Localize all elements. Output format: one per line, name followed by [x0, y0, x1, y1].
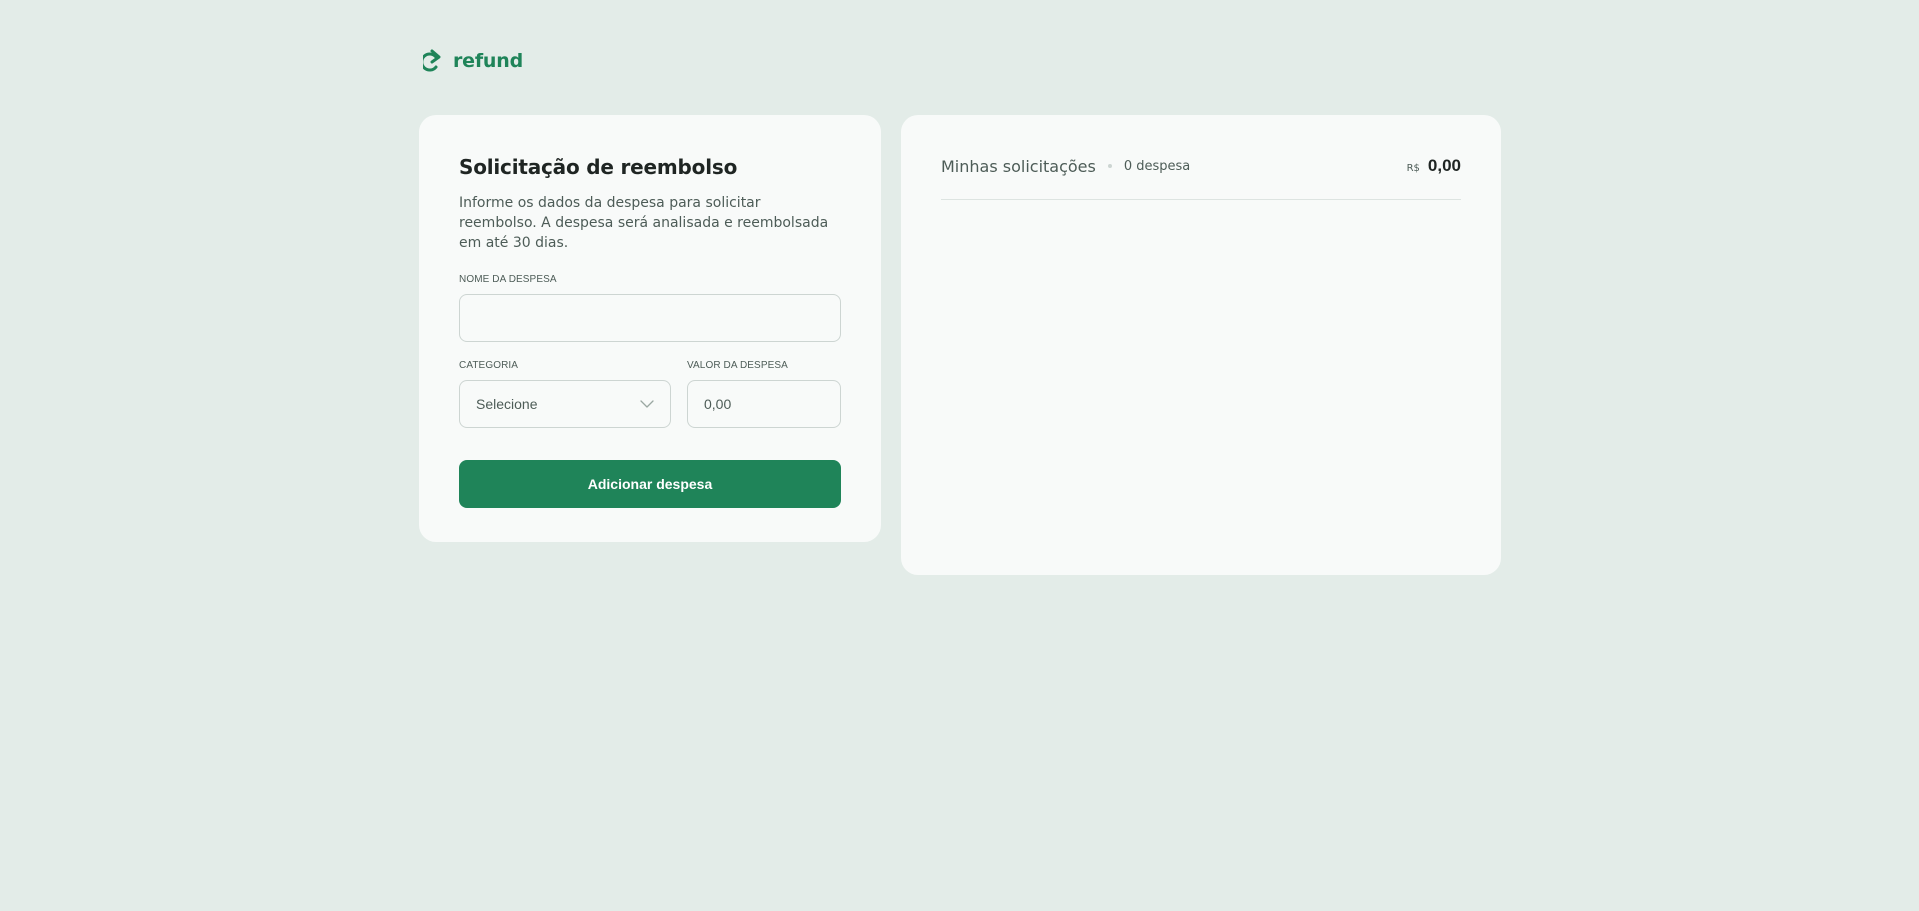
form-description: Informe os dados da despesa para solicit…	[459, 195, 829, 251]
amount-placeholder: 0,00	[704, 396, 732, 412]
amount-label: VALOR DA DESPESA	[687, 360, 788, 371]
total-amount: 0,00	[1427, 156, 1461, 175]
add-expense-button[interactable]: Adicionar despesa	[459, 460, 841, 508]
chevron-down-icon	[640, 400, 654, 408]
category-select[interactable]: Selecione	[459, 380, 671, 428]
amount-input[interactable]: 0,00	[687, 380, 841, 428]
category-label: CATEGORIA	[459, 360, 519, 371]
category-selected-value: Selecione	[476, 396, 538, 412]
requests-total: R$ 0,00	[1407, 155, 1461, 177]
expense-count: 0 despesa	[1123, 158, 1191, 174]
form-title: Solicitação de reembolso	[459, 155, 738, 179]
currency-symbol: R$	[1406, 163, 1420, 174]
expense-name-label: NOME DA DESPESA	[459, 274, 557, 285]
refresh-arrow-icon	[423, 49, 441, 72]
my-requests-card: Minhas solicitações 0 despesa R$ 0,00	[901, 115, 1501, 575]
requests-summary: Minhas solicitações 0 despesa	[941, 155, 1190, 177]
requests-title: Minhas solicitações	[941, 156, 1096, 176]
logo: refund	[423, 48, 523, 74]
separator-dot	[1107, 164, 1112, 168]
requests-header: Minhas solicitações 0 despesa R$ 0,00	[941, 155, 1461, 200]
expense-name-input[interactable]	[459, 294, 841, 342]
app-root: refund Solicitação de reembolso Informe …	[0, 0, 1919, 911]
refund-form-card: Solicitação de reembolso Informe os dado…	[419, 115, 881, 542]
logo-text: refund	[453, 50, 523, 72]
